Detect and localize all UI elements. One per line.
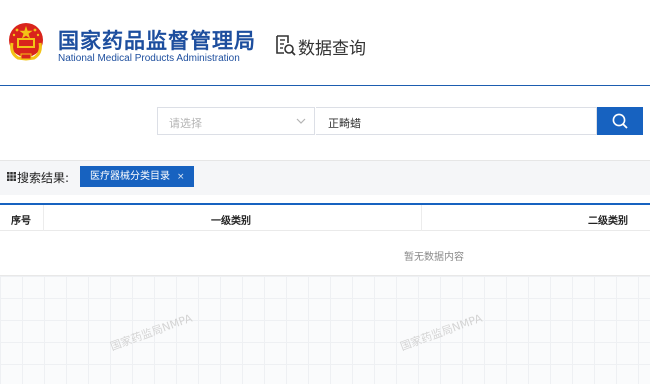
- column-header-index: 序号: [11, 216, 31, 227]
- watermark-text: 国家药监局NMPA: [108, 311, 194, 354]
- filter-tag[interactable]: 医疗器械分类目录 ×: [80, 166, 194, 187]
- grid-icon: [7, 172, 16, 181]
- search-result-bar: 搜索结果: 医疗器械分类目录 ×: [0, 160, 650, 195]
- close-icon[interactable]: ×: [177, 172, 185, 182]
- watermark-area: 国家药监局NMPA 国家药监局NMPA: [0, 276, 650, 384]
- document-search-icon: [276, 35, 296, 56]
- brand-title[interactable]: 国家药品监督管理局: [58, 25, 256, 55]
- column-divider: [421, 205, 422, 231]
- category-select[interactable]: 请选择: [157, 107, 315, 135]
- table-header: 序号 一级类别 二级类别: [0, 205, 650, 231]
- category-select-placeholder: 请选择: [169, 117, 202, 130]
- filter-tag-label: 医疗器械分类目录: [90, 171, 170, 182]
- search-icon: [612, 113, 628, 129]
- column-header-level2: 二级类别: [588, 216, 628, 227]
- column-header-level1: 一级类别: [211, 216, 251, 227]
- section-title: 数据查询: [298, 39, 366, 59]
- chevron-down-icon: [296, 118, 306, 124]
- site-header: 国家药品监督管理局 National Medical Products Admi…: [0, 0, 650, 86]
- page: 国家药品监督管理局 National Medical Products Admi…: [0, 0, 650, 384]
- table-empty-row: 暂无数据内容: [0, 231, 650, 276]
- search-button[interactable]: [597, 107, 643, 135]
- keyword-input[interactable]: 正畸蜡: [316, 107, 597, 135]
- column-divider: [43, 205, 44, 231]
- keyword-input-value: 正畸蜡: [328, 117, 361, 130]
- search-result-label: 搜索结果:: [17, 171, 70, 185]
- brand-subtitle: National Medical Products Administration: [58, 53, 240, 64]
- empty-state-text: 暂无数据内容: [404, 252, 464, 263]
- watermark-text: 国家药监局NMPA: [398, 311, 484, 354]
- national-emblem-icon: [9, 23, 43, 61]
